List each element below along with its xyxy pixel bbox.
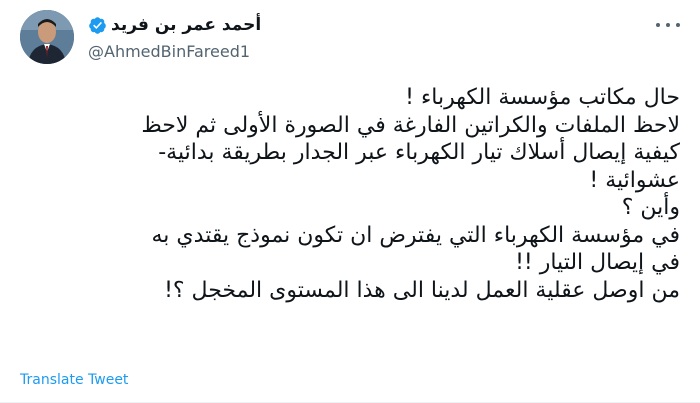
- tweet-text: حال مكاتب مؤسسة الكهرباء ! لاحظ الملفات …: [20, 84, 680, 304]
- more-options-icon[interactable]: [656, 18, 680, 32]
- tweet-line: من اوصل عقلية العمل لدينا الى هذا المستو…: [164, 277, 680, 303]
- tweet-line: في إيصال التيار !!: [515, 250, 680, 275]
- tweet-line: حال مكاتب مؤسسة الكهرباء !: [405, 85, 680, 110]
- user-info: أحمد عمر بن فريد @AhmedBinFareed1: [88, 12, 488, 61]
- tweet-line: عشوائية !: [589, 167, 680, 193]
- avatar[interactable]: [20, 10, 74, 64]
- name-row: أحمد عمر بن فريد: [88, 12, 488, 38]
- tweet-line: وأين ؟: [621, 195, 680, 220]
- translate-tweet-link[interactable]: Translate Tweet: [20, 372, 128, 388]
- verified-badge-icon: [88, 16, 107, 35]
- tweet-line: في مؤسسة الكهرباء التي يفترض ان تكون نمو…: [151, 222, 680, 248]
- tweet-line: كيفية إيصال أسلاك تيار الكهرباء عبر الجد…: [158, 140, 680, 165]
- tweet-card: أحمد عمر بن فريد @AhmedBinFareed1 حال مك…: [0, 0, 700, 403]
- tweet-header: أحمد عمر بن فريد @AhmedBinFareed1: [0, 10, 700, 66]
- display-name[interactable]: أحمد عمر بن فريد: [111, 15, 261, 35]
- tweet-line: لاحظ الملفات والكراتين الفارغة في الصورة…: [141, 112, 680, 138]
- profile-photo-icon: [20, 10, 74, 64]
- user-handle[interactable]: @AhmedBinFareed1: [88, 42, 488, 61]
